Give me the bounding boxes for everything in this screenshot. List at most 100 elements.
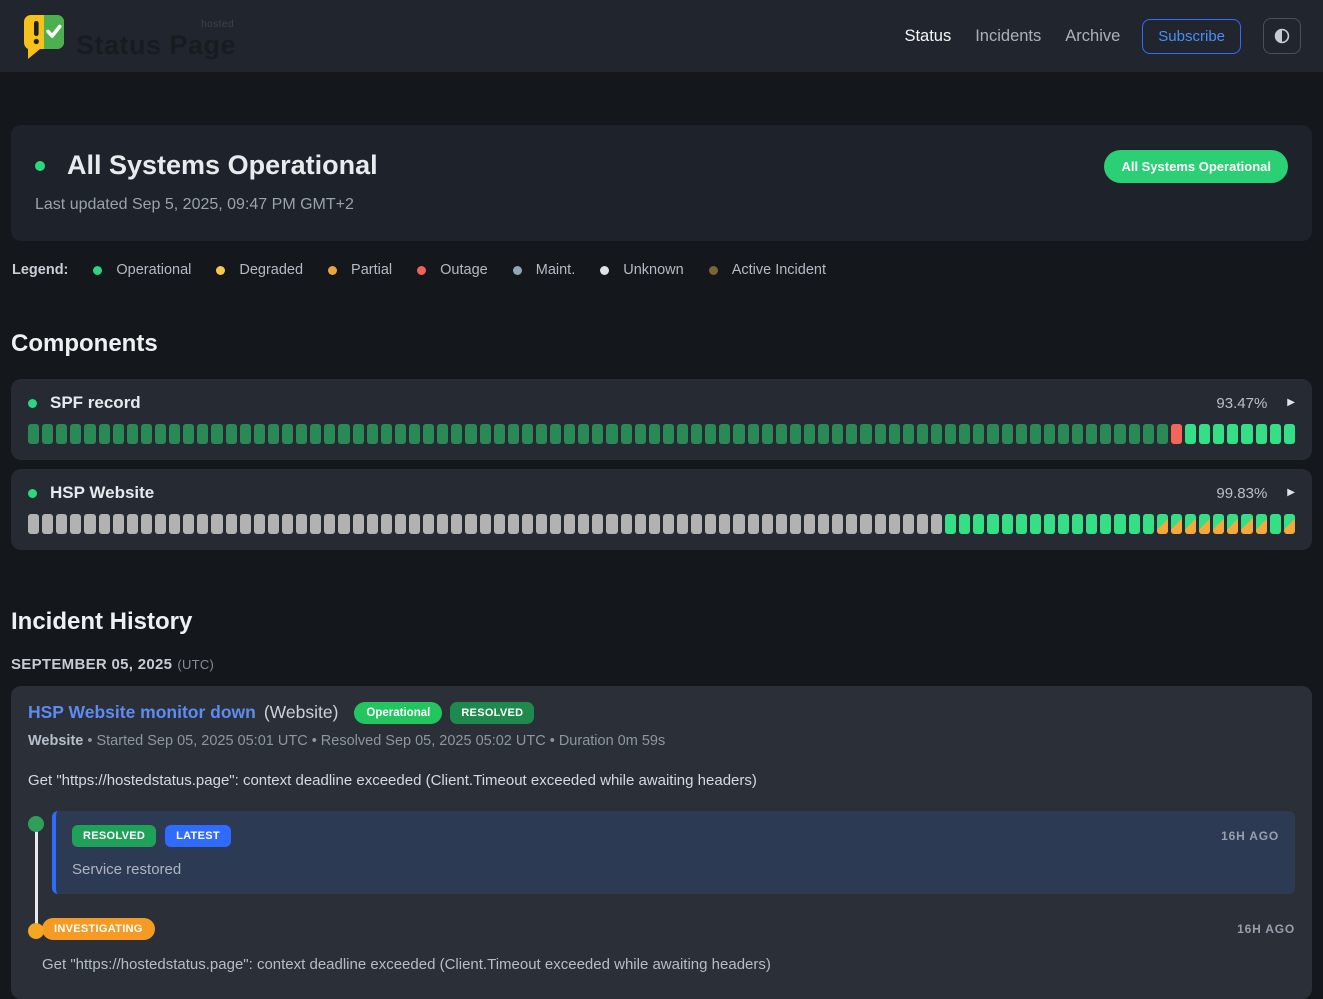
uptime-bar-op [1114,424,1125,444]
uptime-bar-op [268,424,279,444]
caret-right-icon[interactable]: ▶ [1287,398,1295,408]
subscribe-button[interactable]: Subscribe [1142,19,1241,54]
uptime-bar-gray [494,514,505,534]
component-card-hsp-website: HSP Website99.83%▶ [11,469,1312,550]
uptime-bar-gray [550,514,561,534]
uptime-bar-gray [917,514,928,534]
uptime-bar-gray [226,514,237,534]
uptime-bar-op [310,424,321,444]
uptime-bar-gray [762,514,773,534]
caret-right-icon[interactable]: ▶ [1287,488,1295,498]
uptime-bar-op [169,424,180,444]
uptime-bar-op [917,424,928,444]
uptime-bar-op [522,424,533,444]
uptime-bar-op [451,424,462,444]
uptime-bar-gray [367,514,378,534]
uptime-bar-op [649,424,660,444]
uptime-bar-op [1100,424,1111,444]
uptime-bar-mixed [1256,514,1267,534]
uptime-bar-gray [28,514,39,534]
incident-history-heading: Incident History [11,608,1312,636]
incident-timeline: RESOLVEDLATEST16H AGOService restoredINV… [28,811,1295,973]
uptime-bar-gray [733,514,744,534]
uptime-bar-bright [1241,424,1252,444]
uptime-bar-op [945,424,956,444]
uptime-bar-op [409,424,420,444]
uptime-bar-op [1016,424,1027,444]
uptime-bar-op [931,424,942,444]
legend-dot [93,266,102,275]
uptime-bar-op [226,424,237,444]
uptime-bar-mixed [1213,514,1224,534]
logo-superscript: hosted [201,20,234,30]
uptime-bar-gray [254,514,265,534]
legend-items: OperationalDegradedPartialOutageMaint.Un… [93,262,826,278]
uptime-bar-bright [1129,514,1140,534]
uptime-bar-op [282,424,293,444]
uptime-bar-bright [1044,514,1055,534]
nav-incidents[interactable]: Incidents [975,27,1041,46]
uptime-bar-op [353,424,364,444]
uptime-bar-op [141,424,152,444]
uptime-bar-bright [1086,514,1097,534]
uptime-bars [28,514,1295,534]
legend-dot [600,266,609,275]
overall-status-card: All Systems Operational Last updated Sep… [11,125,1312,241]
uptime-bar-gray [141,514,152,534]
component-list: SPF record93.47%▶HSP Website99.83%▶ [11,379,1312,550]
overall-status-badge: All Systems Operational [1104,150,1288,183]
status-page-logo-icon [22,13,66,59]
uptime-bar-gray [268,514,279,534]
uptime-bar-op [1129,424,1140,444]
uptime-bar-gray [635,514,646,534]
update-message: Get "https://hostedstatus.page": context… [42,956,1295,973]
uptime-bar-op [70,424,81,444]
uptime-bar-op [903,424,914,444]
uptime-bar-bright [1114,514,1125,534]
uptime-bar-op [84,424,95,444]
uptime-bar-gray [790,514,801,534]
uptime-bar-op [381,424,392,444]
incident-component-suffix: (Website) [264,702,339,723]
component-uptime: 93.47% [1216,395,1267,412]
uptime-bar-op [338,424,349,444]
uptime-bar-op [748,424,759,444]
uptime-bar-op [860,424,871,444]
uptime-bar-op [465,424,476,444]
uptime-bar-bright [1072,514,1083,534]
uptime-bar-mixed [1227,514,1238,534]
legend-label: Legend: [12,262,68,278]
uptime-bar-op [211,424,222,444]
uptime-bars [28,424,1295,444]
uptime-bar-gray [99,514,110,534]
uptime-bar-gray [875,514,886,534]
nav-status[interactable]: Status [904,27,951,46]
uptime-bar-mixed [1241,514,1252,534]
uptime-bar-op [127,424,138,444]
uptime-bar-gray [240,514,251,534]
uptime-bar-gray [931,514,942,534]
legend-item-outage: Outage [417,262,488,278]
legend: Legend: OperationalDegradedPartialOutage… [11,262,1312,278]
incident-title-link[interactable]: HSP Website monitor down [28,702,256,723]
logo[interactable]: hosted Status Page [22,13,236,59]
uptime-bar-op [494,424,505,444]
uptime-bar-gray [903,514,914,534]
update-highlight-box: RESOLVEDLATEST16H AGOService restored [52,811,1295,894]
nav-archive[interactable]: Archive [1065,27,1120,46]
uptime-bar-bright [1270,514,1281,534]
overall-status-dot [35,161,45,171]
uptime-bar-gray [338,514,349,534]
uptime-bar-op [1030,424,1041,444]
uptime-bar-op [42,424,53,444]
last-updated-text: Last updated Sep 5, 2025, 09:47 PM GMT+2 [35,196,1288,214]
uptime-bar-op [846,424,857,444]
uptime-bar-op [677,424,688,444]
component-uptime: 99.83% [1216,485,1267,502]
uptime-bar-gray [705,514,716,534]
uptime-bar-bright [1143,514,1154,534]
theme-toggle-button[interactable] [1263,18,1301,54]
legend-item-operational: Operational [93,262,191,278]
incident-date: SEPTEMBER 05, 2025(UTC) [11,656,1312,673]
uptime-bar-op [719,424,730,444]
